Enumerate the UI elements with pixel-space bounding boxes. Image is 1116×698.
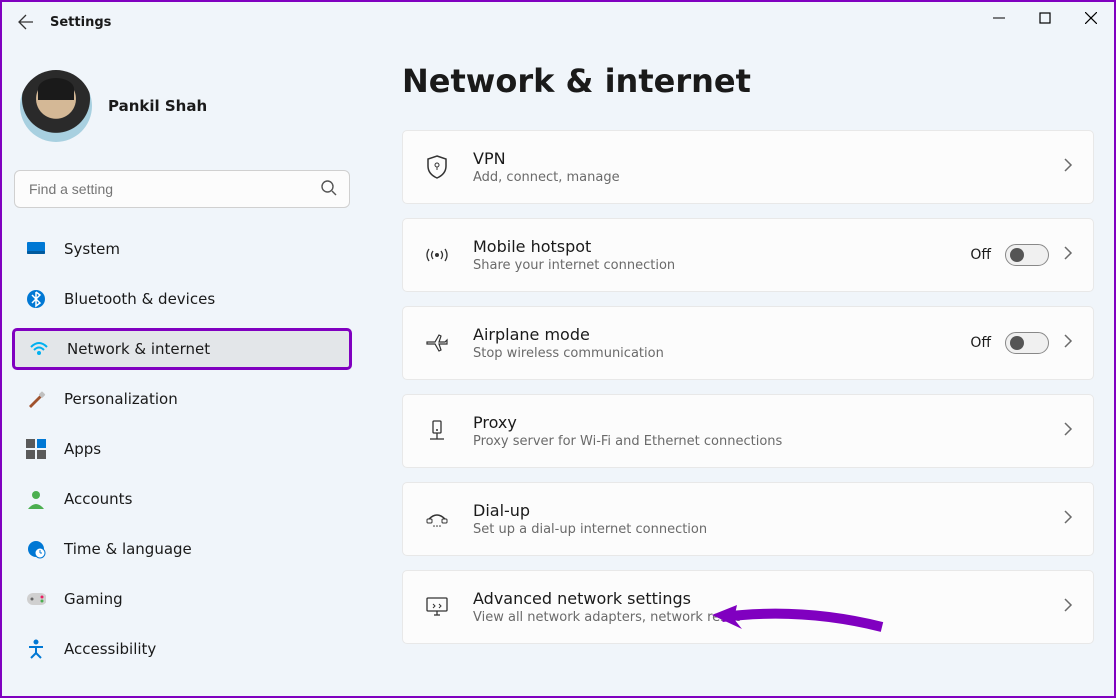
card-subtitle: Share your internet connection (473, 258, 948, 273)
sidebar-item-time[interactable]: Time & language (12, 528, 352, 570)
close-icon (1085, 12, 1097, 24)
card-body: Advanced network settings View all netwo… (473, 589, 1041, 625)
chevron-right-icon (1063, 509, 1073, 529)
sidebar-item-label: System (64, 240, 120, 258)
toggle-label: Off (970, 335, 991, 351)
card-title: Mobile hotspot (473, 237, 948, 256)
toggle-label: Off (970, 247, 991, 263)
chevron-right-icon (1063, 421, 1073, 441)
sidebar-item-label: Personalization (64, 390, 178, 408)
card-body: VPN Add, connect, manage (473, 149, 1041, 185)
hotspot-toggle[interactable] (1005, 244, 1049, 266)
sidebar-item-network[interactable]: Network & internet (12, 328, 352, 370)
chevron-right-icon (1063, 157, 1073, 177)
titlebar: Settings (2, 2, 1114, 42)
sidebar: Pankil Shah System Bluetooth & devices N… (2, 42, 362, 696)
sidebar-item-label: Accounts (64, 490, 132, 508)
paintbrush-icon (26, 389, 46, 409)
card-title: VPN (473, 149, 1041, 168)
card-airplane-mode[interactable]: Airplane mode Stop wireless communicatio… (402, 306, 1094, 380)
sidebar-item-label: Time & language (64, 540, 192, 558)
sidebar-item-system[interactable]: System (12, 228, 352, 270)
gamepad-icon (26, 589, 46, 609)
person-icon (26, 489, 46, 509)
shield-icon (423, 154, 451, 180)
sidebar-item-gaming[interactable]: Gaming (12, 578, 352, 620)
card-subtitle: Set up a dial-up internet connection (473, 522, 1041, 537)
card-advanced-network[interactable]: Advanced network settings View all netwo… (402, 570, 1094, 644)
chevron-right-icon (1063, 597, 1073, 617)
chevron-right-icon (1063, 245, 1073, 265)
sidebar-item-label: Network & internet (67, 340, 210, 358)
card-subtitle: View all network adapters, network reset (473, 610, 1041, 625)
user-profile[interactable]: Pankil Shah (12, 62, 352, 162)
airplane-toggle[interactable] (1005, 332, 1049, 354)
card-title: Airplane mode (473, 325, 948, 344)
airplane-icon (423, 332, 451, 354)
search-input[interactable] (14, 170, 350, 208)
bluetooth-icon (26, 289, 46, 309)
window-controls (976, 2, 1114, 34)
card-mobile-hotspot[interactable]: Mobile hotspot Share your internet conne… (402, 218, 1094, 292)
phone-icon (423, 509, 451, 529)
back-button[interactable] (10, 6, 42, 38)
globe-clock-icon (26, 539, 46, 559)
card-title: Proxy (473, 413, 1041, 432)
monitor-icon (423, 596, 451, 618)
chevron-right-icon (1063, 333, 1073, 353)
sidebar-item-accounts[interactable]: Accounts (12, 478, 352, 520)
wifi-icon (29, 339, 49, 359)
card-body: Mobile hotspot Share your internet conne… (473, 237, 948, 273)
card-vpn[interactable]: VPN Add, connect, manage (402, 130, 1094, 204)
card-subtitle: Proxy server for Wi-Fi and Ethernet conn… (473, 434, 1041, 449)
card-title: Advanced network settings (473, 589, 1041, 608)
card-body: Proxy Proxy server for Wi-Fi and Etherne… (473, 413, 1041, 449)
card-body: Airplane mode Stop wireless communicatio… (473, 325, 948, 361)
card-subtitle: Add, connect, manage (473, 170, 1041, 185)
accessibility-icon (26, 639, 46, 659)
avatar (20, 70, 92, 142)
sidebar-item-apps[interactable]: Apps (12, 428, 352, 470)
sidebar-item-bluetooth[interactable]: Bluetooth & devices (12, 278, 352, 320)
apps-icon (26, 439, 46, 459)
sidebar-item-personalization[interactable]: Personalization (12, 378, 352, 420)
card-title: Dial-up (473, 501, 1041, 520)
card-proxy[interactable]: Proxy Proxy server for Wi-Fi and Etherne… (402, 394, 1094, 468)
card-dialup[interactable]: Dial-up Set up a dial-up internet connec… (402, 482, 1094, 556)
sidebar-item-label: Apps (64, 440, 101, 458)
search-icon (320, 179, 338, 201)
profile-name: Pankil Shah (108, 97, 207, 115)
proxy-icon (423, 419, 451, 443)
main-content: Network & internet VPN Add, connect, man… (362, 42, 1114, 696)
sidebar-item-accessibility[interactable]: Accessibility (12, 628, 352, 670)
nav-list: System Bluetooth & devices Network & int… (12, 228, 352, 670)
card-subtitle: Stop wireless communication (473, 346, 948, 361)
window-title: Settings (50, 15, 111, 30)
maximize-button[interactable] (1022, 2, 1068, 34)
search-box (14, 170, 350, 208)
close-button[interactable] (1068, 2, 1114, 34)
sidebar-item-label: Bluetooth & devices (64, 290, 215, 308)
hotspot-icon (423, 245, 451, 265)
minimize-icon (993, 12, 1005, 24)
card-body: Dial-up Set up a dial-up internet connec… (473, 501, 1041, 537)
page-title: Network & internet (402, 62, 1094, 100)
maximize-icon (1039, 12, 1051, 24)
sidebar-item-label: Accessibility (64, 640, 156, 658)
minimize-button[interactable] (976, 2, 1022, 34)
system-icon (26, 239, 46, 259)
sidebar-item-label: Gaming (64, 590, 123, 608)
back-arrow-icon (18, 14, 34, 30)
